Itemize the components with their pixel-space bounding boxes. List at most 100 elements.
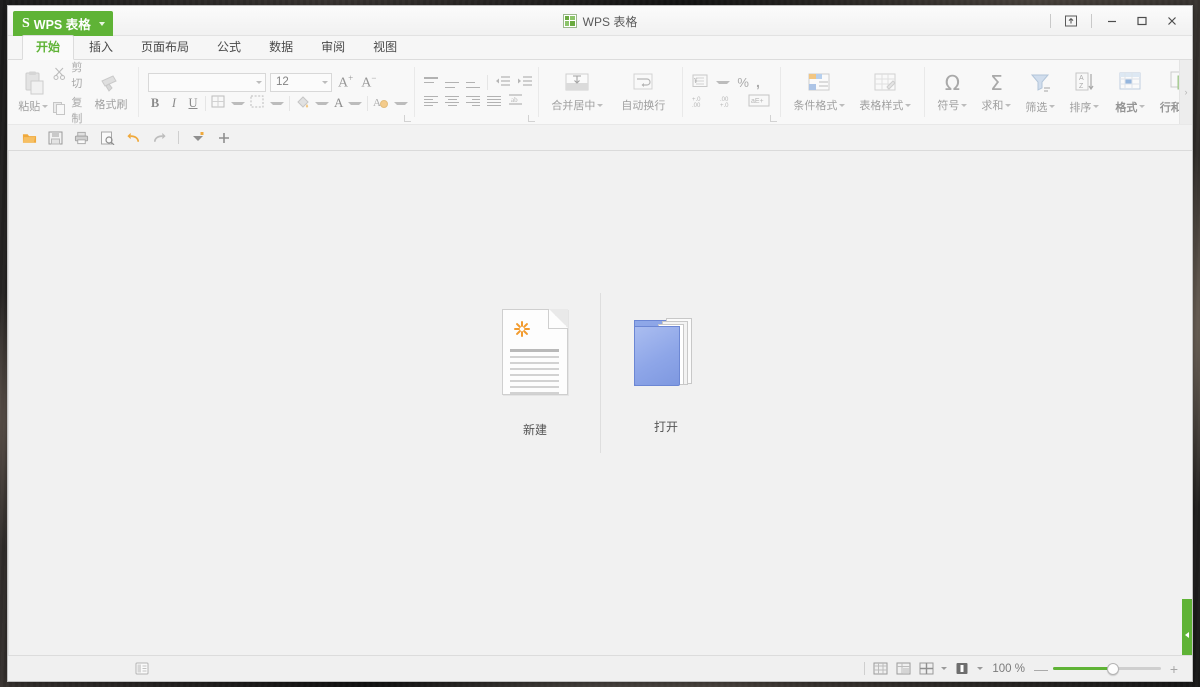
chevron-down-icon[interactable] <box>905 103 912 107</box>
align-top-button[interactable] <box>424 77 439 88</box>
filter-button[interactable]: 筛选 <box>1020 70 1060 115</box>
open-document-action[interactable]: 打开 <box>601 312 731 435</box>
chevron-down-icon[interactable] <box>1049 105 1056 108</box>
align-bottom-button[interactable] <box>466 77 481 88</box>
font-color-a-button[interactable]: A <box>334 95 343 111</box>
ribbon-expand-button[interactable]: › <box>1179 60 1192 124</box>
copy-button[interactable]: 复制 <box>52 94 90 124</box>
decrease-indent-button[interactable] <box>495 75 511 90</box>
align-center-button[interactable] <box>445 95 460 107</box>
chevron-down-icon[interactable] <box>231 101 245 105</box>
alignment-dialog-launcher[interactable] <box>528 115 536 122</box>
maximize-button[interactable] <box>1128 9 1156 33</box>
normal-view-button[interactable] <box>872 662 888 676</box>
chevron-down-icon[interactable] <box>42 104 49 108</box>
sheet-list-icon[interactable] <box>134 662 150 676</box>
chevron-down-icon[interactable] <box>322 80 328 84</box>
chevron-down-icon[interactable] <box>961 103 968 107</box>
print-icon[interactable] <box>74 130 89 145</box>
autosum-label: 求和 <box>981 100 1004 112</box>
increase-decimal-button[interactable]: +.0.00 <box>692 94 712 111</box>
tab-page-layout[interactable]: 页面布局 <box>128 36 202 59</box>
comma-format-button[interactable]: , <box>756 74 760 90</box>
zoom-out-button[interactable]: — <box>1034 661 1048 677</box>
paste-button[interactable]: 粘贴 <box>14 70 52 114</box>
format-painter-button[interactable]: 格式刷 <box>90 72 132 112</box>
chevron-down-icon[interactable] <box>98 22 105 26</box>
conditional-format-button[interactable]: 条件格式 <box>790 71 848 113</box>
new-document-action[interactable]: 新建 <box>470 308 600 438</box>
underline-button[interactable]: U <box>186 96 200 111</box>
reading-layout-button[interactable] <box>954 662 970 676</box>
font-name-input[interactable] <box>148 72 266 92</box>
chevron-down-icon[interactable] <box>394 101 409 105</box>
cell-format-button[interactable]: 格式 <box>1108 70 1152 115</box>
chevron-down-icon[interactable] <box>716 80 731 84</box>
customize-qat-icon[interactable] <box>190 130 205 145</box>
cell-borders-dotted-button[interactable] <box>250 95 265 112</box>
zoom-slider[interactable] <box>1053 662 1161 676</box>
save-icon[interactable] <box>48 130 63 145</box>
chevron-down-icon[interactable] <box>1139 105 1146 108</box>
align-right-button[interactable] <box>466 95 481 107</box>
cut-button[interactable]: 剪切 <box>52 60 90 91</box>
sort-button[interactable]: AZ 排序 <box>1064 70 1104 115</box>
chevron-down-icon[interactable] <box>597 103 604 107</box>
tab-view[interactable]: 视图 <box>360 36 410 59</box>
undo-icon[interactable] <box>126 130 141 145</box>
table-style-button[interactable]: 表格样式 <box>856 71 914 113</box>
chevron-down-icon[interactable] <box>1093 105 1100 108</box>
number-format-more-button[interactable]: aE+ <box>748 94 770 110</box>
symbol-button[interactable]: Ω 符号 <box>932 71 972 113</box>
zoom-in-button[interactable]: + <box>1168 661 1180 677</box>
bold-button[interactable]: B <box>148 96 162 111</box>
add-icon[interactable] <box>216 130 231 145</box>
open-icon[interactable] <box>22 130 37 145</box>
print-preview-icon[interactable] <box>100 130 115 145</box>
italic-button[interactable]: I <box>167 96 181 111</box>
align-middle-button[interactable] <box>445 77 460 88</box>
wrap-text-button[interactable]: 自动换行 <box>614 71 672 113</box>
redo-icon[interactable] <box>152 130 167 145</box>
currency-format-button[interactable]: ¥ <box>692 74 709 91</box>
chevron-down-icon[interactable] <box>977 667 984 670</box>
tab-insert[interactable]: 插入 <box>76 36 126 59</box>
app-document-tab[interactable]: S WPS 表格 <box>13 11 113 36</box>
increase-indent-button[interactable] <box>517 75 533 90</box>
group-alignment: ab <box>414 60 538 124</box>
tab-home[interactable]: 开始 <box>22 35 75 60</box>
chevron-down-icon[interactable] <box>315 101 329 105</box>
font-dialog-launcher[interactable] <box>404 115 412 122</box>
tab-data[interactable]: 数据 <box>256 36 306 59</box>
page-break-view-button[interactable] <box>918 662 934 676</box>
chevron-down-icon[interactable] <box>1005 103 1012 107</box>
grow-font-button[interactable]: A+ <box>336 73 355 92</box>
autosum-button[interactable]: Σ 求和 <box>976 71 1016 113</box>
shrink-font-button[interactable]: A− <box>359 73 378 92</box>
chevron-down-icon[interactable] <box>270 101 284 105</box>
chevron-down-icon[interactable] <box>839 103 846 107</box>
fill-color-button[interactable] <box>295 95 310 112</box>
zoom-slider-handle[interactable] <box>1107 662 1119 675</box>
percent-format-button[interactable]: % <box>737 75 749 90</box>
borders-button[interactable] <box>211 95 226 112</box>
chevron-down-icon[interactable] <box>256 80 262 84</box>
align-left-button[interactable] <box>424 95 439 107</box>
minimize-button[interactable] <box>1098 9 1126 33</box>
page-layout-view-button[interactable] <box>895 662 911 676</box>
tab-review[interactable]: 审阅 <box>308 36 358 59</box>
highlight-color-button[interactable]: A <box>373 95 389 112</box>
text-orientation-button[interactable]: ab <box>508 93 523 109</box>
share-button[interactable] <box>1057 9 1085 33</box>
tab-formulas[interactable]: 公式 <box>204 36 254 59</box>
number-dialog-launcher[interactable] <box>770 115 778 122</box>
zoom-slider-fill <box>1053 667 1113 670</box>
chevron-down-icon[interactable] <box>941 667 948 670</box>
decrease-decimal-button[interactable]: .00 +.0 <box>720 94 740 111</box>
font-size-input[interactable]: 12 <box>270 72 332 92</box>
merge-center-button[interactable]: 合并居中 <box>548 71 606 113</box>
grow-font-label: A <box>338 75 349 91</box>
chevron-down-icon[interactable] <box>348 101 363 105</box>
close-button[interactable] <box>1158 9 1186 33</box>
align-justify-button[interactable] <box>487 95 502 107</box>
